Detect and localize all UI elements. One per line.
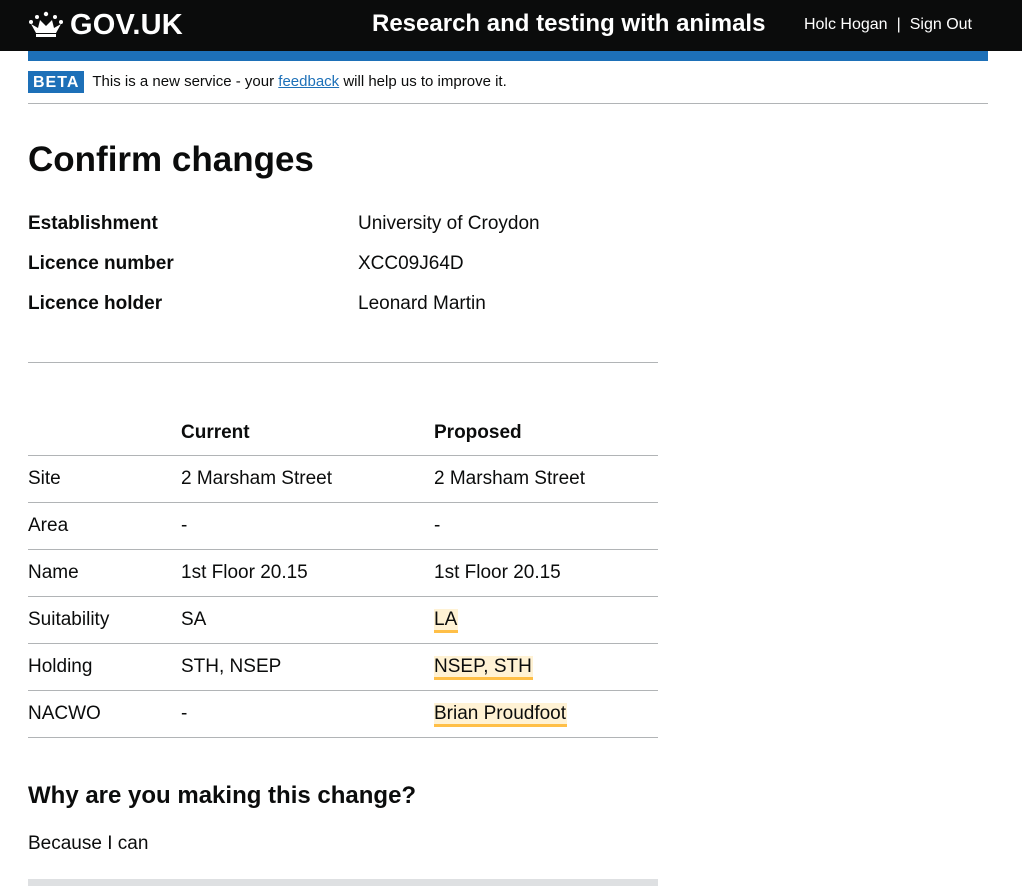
table-row: Suitability SA LA bbox=[28, 596, 658, 644]
current-value: STH, NSEP bbox=[181, 643, 434, 691]
phase-text-before: This is a new service - your bbox=[92, 73, 275, 90]
table-row: Name 1st Floor 20.15 1st Floor 20.15 bbox=[28, 549, 658, 597]
reason-text: Because I can bbox=[28, 833, 149, 854]
nav-separator: | bbox=[896, 16, 901, 33]
govuk-logo-link[interactable]: GOV.UK bbox=[28, 8, 183, 42]
summary-value: Leonard Martin bbox=[358, 293, 486, 314]
summary-row-licence-holder: Licence holder Leonard Martin bbox=[28, 290, 658, 330]
table-row: Site 2 Marsham Street 2 Marsham Street bbox=[28, 455, 658, 503]
summary-key: Licence number bbox=[28, 253, 174, 274]
column-header-proposed: Proposed bbox=[434, 418, 658, 456]
proposed-value: LA bbox=[434, 596, 658, 644]
summary-row-establishment: Establishment University of Croydon bbox=[28, 210, 658, 250]
page-title: Confirm changes bbox=[28, 140, 314, 179]
changes-table: Current Proposed Site 2 Marsham Street 2… bbox=[28, 418, 658, 738]
current-value: SA bbox=[181, 596, 434, 644]
current-value: - bbox=[181, 502, 434, 550]
proposed-text: 2 Marsham Street bbox=[434, 467, 585, 489]
crown-icon bbox=[29, 11, 63, 37]
row-label: Suitability bbox=[28, 596, 181, 644]
licence-summary: Establishment University of Croydon Lice… bbox=[28, 210, 658, 330]
highlighted-change: LA bbox=[434, 608, 459, 633]
row-label: Holding bbox=[28, 643, 181, 691]
highlighted-change: NSEP, STH bbox=[434, 655, 533, 680]
proposed-text: 1st Floor 20.15 bbox=[434, 561, 561, 583]
user-name-link[interactable]: Holc Hogan bbox=[804, 16, 888, 34]
column-header-current: Current bbox=[181, 418, 434, 456]
sign-out-link[interactable]: Sign Out bbox=[910, 16, 972, 34]
phase-text: This is a new service - your feedback wi… bbox=[92, 71, 506, 93]
summary-row-licence-number: Licence number XCC09J64D bbox=[28, 250, 658, 290]
proposed-value: Brian Proudfoot bbox=[434, 690, 658, 738]
table-row: Holding STH, NSEP NSEP, STH bbox=[28, 643, 658, 691]
current-value: 2 Marsham Street bbox=[181, 455, 434, 503]
summary-key: Licence holder bbox=[28, 293, 163, 314]
current-value: - bbox=[181, 690, 434, 738]
proposed-value: 2 Marsham Street bbox=[434, 455, 658, 503]
summary-value: University of Croydon bbox=[358, 213, 540, 234]
table-header-row: Current Proposed bbox=[28, 418, 658, 456]
column-header-field bbox=[28, 418, 181, 456]
row-label: NACWO bbox=[28, 690, 181, 738]
bottom-panel bbox=[28, 879, 658, 886]
table-row: NACWO - Brian Proudfoot bbox=[28, 690, 658, 738]
proposed-text: - bbox=[434, 514, 441, 536]
beta-tag: BETA bbox=[28, 71, 85, 93]
reason-heading: Why are you making this change? bbox=[28, 782, 417, 809]
phase-banner: BETA This is a new service - your feedba… bbox=[28, 71, 988, 104]
proposed-value: - bbox=[434, 502, 658, 550]
table-row: Area - - bbox=[28, 502, 658, 550]
proposed-value: 1st Floor 20.15 bbox=[434, 549, 658, 597]
account-nav: Holc Hogan | Sign Out bbox=[804, 16, 972, 34]
row-label: Site bbox=[28, 455, 181, 503]
summary-key: Establishment bbox=[28, 213, 158, 234]
header-blue-bar bbox=[28, 51, 988, 61]
proposed-value: NSEP, STH bbox=[434, 643, 658, 691]
highlighted-change: Brian Proudfoot bbox=[434, 702, 568, 727]
feedback-link[interactable]: feedback bbox=[278, 73, 339, 90]
row-label: Name bbox=[28, 549, 181, 597]
summary-value: XCC09J64D bbox=[358, 253, 464, 274]
service-name[interactable]: Research and testing with animals bbox=[372, 10, 765, 38]
logo-text: GOV.UK bbox=[70, 8, 183, 41]
current-value: 1st Floor 20.15 bbox=[181, 549, 434, 597]
phase-text-after: will help us to improve it. bbox=[343, 73, 507, 90]
site-header: GOV.UK Research and testing with animals… bbox=[0, 0, 1022, 51]
section-divider bbox=[28, 362, 658, 363]
row-label: Area bbox=[28, 502, 181, 550]
